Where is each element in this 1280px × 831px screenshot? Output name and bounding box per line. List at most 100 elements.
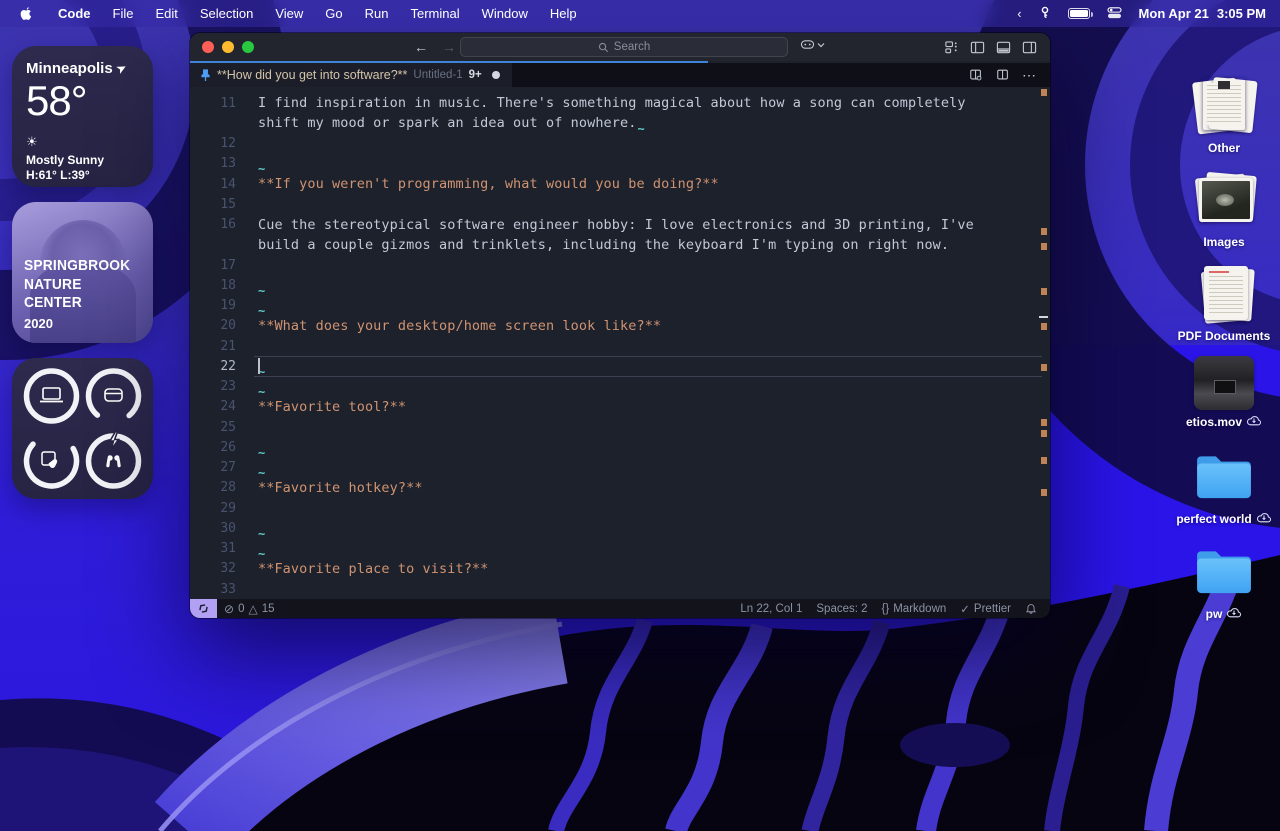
editor-line-16[interactable]: 16Cue the stereotypical software enginee… — [190, 215, 1050, 235]
search-icon — [598, 42, 609, 53]
more-actions-icon[interactable]: ⋯ — [1021, 67, 1038, 84]
key-icon[interactable] — [1039, 6, 1051, 22]
code-text: **What does your desktop/home screen loo… — [258, 318, 661, 334]
weather-widget[interactable]: Minneapolis ➤ 58° ☀ Mostly Sunny H:61° L… — [12, 46, 153, 187]
braces-icon: {} — [882, 603, 890, 615]
editor-line-23[interactable]: 23~ — [190, 377, 1050, 397]
warning-count: 15 — [262, 603, 275, 615]
toggle-secondary-sidebar-icon[interactable] — [1021, 39, 1038, 56]
zoom-button[interactable] — [242, 41, 254, 53]
code-text: **Favorite hotkey?** — [258, 480, 423, 496]
icloud-download-icon — [1246, 415, 1262, 426]
editor-line-15[interactable]: 15 — [190, 194, 1050, 214]
editor-line-27[interactable]: 27~ — [190, 458, 1050, 478]
command-center-search[interactable]: Search — [460, 37, 788, 57]
split-editor-changes-icon[interactable] — [967, 67, 984, 84]
sun-icon: ☀ — [26, 134, 139, 150]
copilot-icon[interactable] — [800, 38, 825, 51]
back-button[interactable]: ← — [414, 39, 428, 55]
control-center-icon[interactable] — [1107, 6, 1122, 22]
editor-line-31[interactable]: 31~ — [190, 539, 1050, 559]
battery-icon[interactable] — [1068, 8, 1090, 19]
notifications-bell[interactable] — [1018, 603, 1044, 615]
editor-line-18[interactable]: 18~ — [190, 275, 1050, 295]
remote-indicator[interactable] — [190, 599, 217, 618]
menu-item-run[interactable]: Run — [354, 6, 400, 21]
line-number: 31 — [190, 541, 236, 556]
line-number: 20 — [190, 318, 236, 333]
editor-line-13[interactable]: 13~ — [190, 154, 1050, 174]
photos-widget[interactable]: SPRINGBROOK NATURE CENTER 2020 — [12, 202, 153, 343]
status-bar: ⊘ 0 △ 15 Ln 22, Col 1 Spaces: 2 {} Markd… — [190, 599, 1050, 618]
editor-line-21[interactable]: 21 — [190, 336, 1050, 356]
desktop-icon-pw[interactable]: pw — [1176, 547, 1272, 621]
apple-menu-icon[interactable] — [20, 6, 33, 21]
batteries-widget[interactable] — [12, 358, 153, 499]
check-icon: ✓ — [960, 602, 970, 616]
tab-untitled-1[interactable]: **How did you get into software?** Untit… — [190, 63, 512, 87]
editor-line-12[interactable]: 12 — [190, 134, 1050, 154]
menu-item-file[interactable]: File — [102, 6, 145, 21]
problems-status[interactable]: ⊘ 0 △ 15 — [217, 602, 282, 616]
menu-clock[interactable]: Mon Apr 21 3:05 PM — [1139, 6, 1266, 21]
menu-item-edit[interactable]: Edit — [144, 6, 188, 21]
photo-title-line2: NATURE CENTER — [24, 276, 82, 312]
toggle-panel-icon[interactable] — [995, 39, 1012, 56]
minimize-button[interactable] — [222, 41, 234, 53]
chevron-collapse-icon[interactable]: ‹ — [1017, 6, 1021, 21]
language-mode-status[interactable]: {} Markdown — [875, 603, 954, 615]
menu-item-code[interactable]: Code — [47, 6, 102, 21]
menu-item-selection[interactable]: Selection — [189, 6, 264, 21]
line-number: 17 — [190, 258, 236, 273]
editor-line-25[interactable]: 25 — [190, 417, 1050, 437]
editor-line-32[interactable]: 32**Favorite place to visit?** — [190, 559, 1050, 579]
indentation-status[interactable]: Spaces: 2 — [809, 603, 874, 615]
formatter-status[interactable]: ✓ Prettier — [953, 602, 1018, 616]
editor-line-33[interactable]: 33 — [190, 579, 1050, 599]
editor-line-17[interactable]: 17 — [190, 255, 1050, 275]
stack-photos-icon — [1189, 170, 1259, 230]
ruler-warning-mark — [1041, 89, 1047, 96]
icloud-download-icon — [1256, 512, 1272, 523]
editor-line-24[interactable]: 24**Favorite tool?** — [190, 397, 1050, 417]
line-number: 21 — [190, 339, 236, 354]
clock-time: 3:05 PM — [1217, 6, 1266, 21]
tab-description: Untitled-1 — [413, 69, 462, 81]
split-editor-icon[interactable] — [994, 67, 1011, 84]
desktop-icon-pdf-documents[interactable]: PDF Documents — [1176, 264, 1272, 343]
toggle-primary-sidebar-icon[interactable] — [969, 39, 986, 56]
editor-line-29[interactable]: 29 — [190, 498, 1050, 518]
weather-temp: 58° — [26, 77, 139, 125]
ruler-warning-mark — [1041, 288, 1047, 295]
forward-button[interactable]: → — [442, 39, 456, 55]
menu-item-go[interactable]: Go — [314, 6, 353, 21]
editor[interactable]: 11I find inspiration in music. There's s… — [190, 87, 1050, 599]
editor-line-14[interactable]: 14**If you weren't programming, what wou… — [190, 174, 1050, 194]
menu-item-view[interactable]: View — [264, 6, 314, 21]
desktop-icon-other[interactable]: Other — [1176, 76, 1272, 155]
editor-wrap-line[interactable]: build a couple gizmos and trinklets, inc… — [190, 235, 1050, 255]
menu-item-terminal[interactable]: Terminal — [400, 6, 471, 21]
window-titlebar[interactable]: ← → Search — [190, 33, 1050, 61]
editor-line-19[interactable]: 19~ — [190, 296, 1050, 316]
trailing-whitespace-squiggle: ~ — [258, 306, 265, 316]
editor-wrap-line[interactable]: shift my mood or spark an idea out of no… — [190, 113, 1050, 133]
editor-line-22[interactable]: 22~ — [190, 356, 1050, 376]
stack-docs-icon — [1189, 76, 1259, 136]
close-button[interactable] — [202, 41, 214, 53]
editor-line-11[interactable]: 11I find inspiration in music. There's s… — [190, 93, 1050, 113]
editor-line-30[interactable]: 30~ — [190, 518, 1050, 538]
desktop-icon-etios-mov[interactable]: etios.mov — [1176, 356, 1272, 429]
line-number: 25 — [190, 420, 236, 435]
desktop-icon-images[interactable]: Images — [1176, 170, 1272, 249]
desktop-icon-perfect-world[interactable]: perfect world — [1176, 452, 1272, 526]
cursor-position-status[interactable]: Ln 22, Col 1 — [733, 603, 809, 615]
menu-item-help[interactable]: Help — [539, 6, 588, 21]
line-number: 12 — [190, 136, 236, 151]
modified-dot — [492, 71, 500, 79]
editor-line-28[interactable]: 28**Favorite hotkey?** — [190, 478, 1050, 498]
editor-line-26[interactable]: 26~ — [190, 437, 1050, 457]
menu-item-window[interactable]: Window — [471, 6, 539, 21]
customize-layout-icon[interactable] — [943, 39, 960, 56]
editor-line-20[interactable]: 20 **What does your desktop/home screen l… — [190, 316, 1050, 336]
